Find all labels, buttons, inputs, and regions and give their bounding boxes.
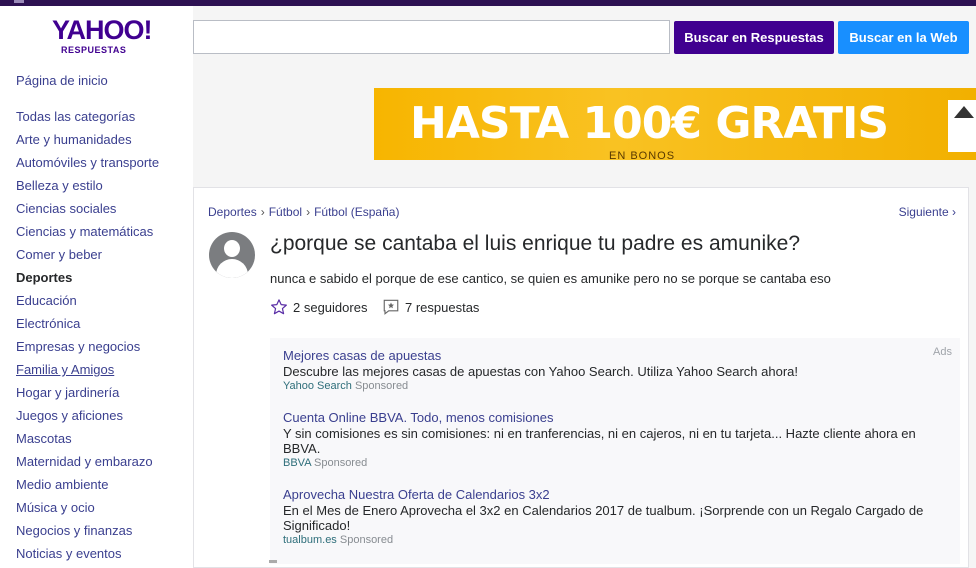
followers-count: 2 seguidores [293,300,368,315]
avatar-body [216,259,248,278]
ad-banner[interactable]: HASTA 100€ GRATIS EN BONOS [374,88,976,160]
adchoices-icon[interactable] [954,106,974,118]
ad-source: Yahoo Search Sponsored [283,379,943,393]
follow-button[interactable]: 2 seguidores [270,298,367,316]
ad-domain[interactable]: tualbum.es [283,534,337,546]
banner-headline: HASTA 100€ GRATIS [410,98,889,149]
yahoo-respuestas-logo[interactable]: YAHOO! RESPUESTAS [52,15,153,62]
ad-source: BBVA Sponsored [283,456,943,470]
breadcrumb-futbol[interactable]: Fútbol [269,205,302,219]
sidebar-item-deportes[interactable]: Deportes [16,266,191,289]
search-web-button[interactable]: Buscar en la Web [838,21,969,54]
avatar-head [224,240,240,257]
sidebar-item-mascotas[interactable]: Mascotas [16,427,191,450]
ad-domain[interactable]: Yahoo Search [283,380,352,392]
ad-title[interactable]: Mejores casas de apuestas [283,348,943,364]
ad-source: tualbum.es Sponsored [283,533,943,547]
breadcrumb: Deportes › Fútbol › Fútbol (España) [208,205,399,219]
ad-item[interactable]: Cuenta Online BBVA. Todo, menos comision… [283,410,943,470]
question-title: ¿porque se cantaba el luis enrique tu pa… [270,232,801,255]
sidebar-item-ciencias-sociales[interactable]: Ciencias sociales [16,197,191,220]
category-nav: Página de inicio Todas las categorías Ar… [16,69,191,565]
sidebar-item-hogar[interactable]: Hogar y jardinería [16,381,191,404]
sidebar-item-all-categories[interactable]: Todas las categorías [16,105,191,128]
next-question-link[interactable]: Siguiente › [899,205,956,219]
sidebar: YAHOO! RESPUESTAS Página de inicio Todas… [0,6,193,568]
ad-sponsored: Sponsored [354,380,409,392]
sidebar-item-arte[interactable]: Arte y humanidades [16,128,191,151]
ad-sponsored: Sponsored [339,534,394,546]
ad-description: Descubre las mejores casas de apuestas c… [283,364,799,379]
sidebar-item-maternidad[interactable]: Maternidad y embarazo [16,450,191,473]
sidebar-item-ciencias-matematicas[interactable]: Ciencias y matemáticas [16,220,191,243]
star-icon [271,299,287,315]
ad-description: Y sin comisiones es sin comisiones: ni e… [283,426,916,456]
ad-item[interactable]: Mejores casas de apuestas Descubre las m… [283,348,943,393]
sidebar-item-belleza[interactable]: Belleza y estilo [16,174,191,197]
sidebar-item-empresas[interactable]: Empresas y negocios [16,335,191,358]
breadcrumb-futbol-espana[interactable]: Fútbol (España) [314,205,399,219]
chevron-right-icon: › [260,205,265,219]
chevron-right-icon: › [306,205,311,219]
sidebar-item-negocios[interactable]: Negocios y finanzas [16,519,191,542]
sidebar-item-automoviles[interactable]: Automóviles y transporte [16,151,191,174]
logo-yahoo-text: YAHOO! [52,15,153,45]
sidebar-item-comer[interactable]: Comer y beber [16,243,191,266]
logo-respuestas-text: RESPUESTAS [61,45,127,55]
sidebar-item-medio-ambiente[interactable]: Medio ambiente [16,473,191,496]
sponsored-ads: Ads Mejores casas de apuestas Descubre l… [270,338,960,564]
answers-count: 7 respuestas [405,300,480,315]
search-answers-button[interactable]: Buscar en Respuestas [674,21,834,54]
question-body: nunca e sabido el porque de ese cantico,… [270,271,831,286]
sidebar-item-juegos[interactable]: Juegos y aficiones [16,404,191,427]
next-label: Siguiente [898,205,949,219]
sidebar-item-musica[interactable]: Música y ocio [16,496,191,519]
ad-title[interactable]: Cuenta Online BBVA. Todo, menos comision… [283,410,943,426]
search-input[interactable] [193,20,670,54]
answer-bubble-icon [383,299,399,315]
question-card: Deportes › Fútbol › Fútbol (España) Siguient… [193,187,969,568]
answers-link[interactable]: 7 respuestas [382,298,479,316]
avatar[interactable] [209,232,255,278]
ad-description: En el Mes de Enero Aprovecha el 3x2 en C… [283,503,924,533]
scroll-indicator [269,560,277,563]
sidebar-item-educacion[interactable]: Educación [16,289,191,312]
ad-sponsored: Sponsored [314,457,368,469]
ad-item[interactable]: Aprovecha Nuestra Oferta de Calendarios … [283,487,943,547]
banner-subtext: EN BONOS [609,150,676,160]
chevron-right-icon: › [952,205,956,219]
breadcrumb-deportes[interactable]: Deportes [208,205,257,219]
sidebar-item-electronica[interactable]: Electrónica [16,312,191,335]
ad-domain[interactable]: BBVA [283,457,311,469]
sidebar-item-familia[interactable]: Familia y Amigos [16,358,191,381]
browser-tab-icon [14,0,24,3]
ad-title[interactable]: Aprovecha Nuestra Oferta de Calendarios … [283,487,943,503]
sidebar-item-home[interactable]: Página de inicio [16,69,191,92]
sidebar-item-noticias[interactable]: Noticias y eventos [16,542,191,565]
